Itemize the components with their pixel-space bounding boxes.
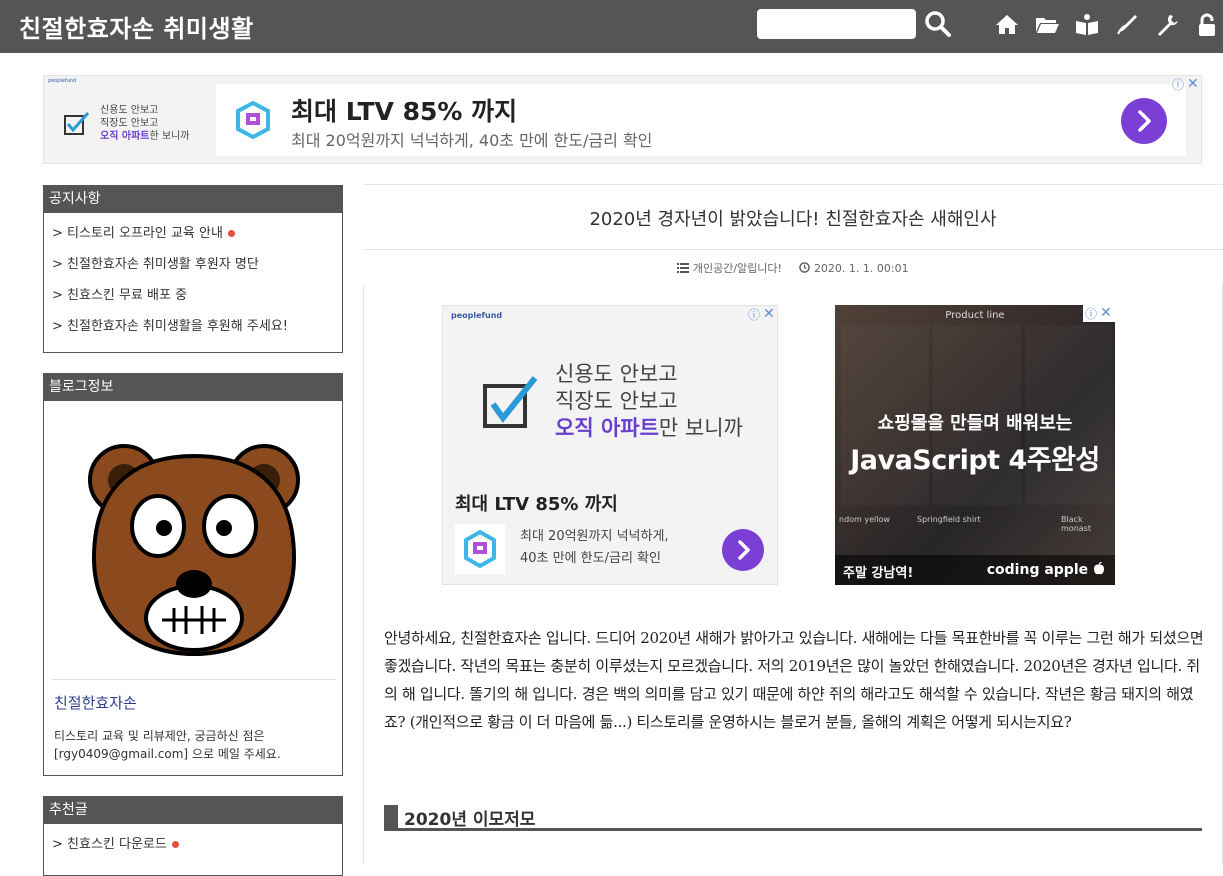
avatar[interactable] [52, 408, 336, 678]
ad-tail: 한 보니까 [149, 131, 190, 142]
post-body-text: 안녕하세요, 친절한효자손 입니다. 드디어 2020년 새해가 밝아가고 있습… [384, 629, 1204, 731]
recommend-title: 추천글 [44, 797, 342, 824]
ad-caption: ndom yellow [839, 515, 890, 524]
ad-bottom-left: 주말 강남역! [843, 566, 914, 581]
bear-avatar-icon [88, 444, 300, 657]
recommend-item[interactable]: > 친효스킨 다운로드 [52, 834, 342, 865]
blog-info-box: 블로그정보 친절한효자손 티스토리 교육 및 리뷰제안, 궁금하신 점은 [rg… [43, 373, 343, 776]
divider [52, 679, 336, 680]
ad-go-button[interactable] [1121, 98, 1167, 144]
notice-item[interactable]: > 티스토리 오프라인 교육 안내 [52, 223, 342, 254]
write-icon[interactable] [1115, 13, 1139, 37]
checkbox-icon [64, 112, 90, 135]
ad-caption: Black monast [1061, 515, 1091, 533]
blog-title[interactable]: 친절한효자손 취미생활 [19, 9, 254, 44]
ad-headline: 최대 LTV 85% 까지 [455, 494, 618, 515]
ad-go-button[interactable] [722, 529, 764, 571]
ad-line-2: 직장도 안보고 [100, 118, 159, 129]
ad-close-icon[interactable]: ✕ [1187, 76, 1199, 92]
ad-tail: 만 보니까 [658, 416, 743, 440]
notice-item[interactable]: > 친절한효자손 취미생활을 후원해 주세요! [52, 316, 342, 347]
ad-line-3: 오직 아파트한 보니까 [100, 130, 189, 143]
profile-name[interactable]: 친절한효자손 [54, 692, 137, 713]
clock-icon [799, 262, 811, 273]
lock-icon[interactable] [1195, 13, 1219, 37]
adchoices-icon[interactable]: ⓘ [748, 306, 760, 323]
top-bar: 친절한효자손 취미생활 [0, 0, 1223, 53]
mid-ad[interactable]: peoplefund ⓘ ✕ 신용도 안보고 직장도 안보고 오직 아파트만 보… [442, 305, 778, 585]
right-ad[interactable]: Product line ⓘ ✕ 쇼핑몰을 만들며 배워보는 JavaScrip… [835, 305, 1115, 585]
ad-line-1: 신용도 안보고 [100, 105, 159, 116]
search-input[interactable] [757, 9, 916, 39]
ad-sub-line: 40초 만에 한도/금리 확인 [520, 551, 661, 566]
profile-desc-line: [rgy0409@gmail.com] 으로 메일 주세요. [54, 747, 281, 761]
home-icon[interactable] [995, 13, 1019, 37]
peoplefund-logo-icon [464, 529, 496, 569]
ad-subline: 최대 20억원까지 넉넉하게, 40초 만에 한도/금리 확인 [291, 131, 653, 150]
chevron-right-icon [738, 540, 750, 560]
profile-description: 티스토리 교육 및 리뷰제안, 궁금하신 점은 [rgy0409@gmail.c… [54, 727, 281, 763]
top-banner-ad[interactable]: peoplefund 신용도 안보고 직장도 안보고 오직 아파트한 보니까 최… [43, 75, 1202, 164]
post-meta: 개인공간/알립니다! 2020. 1. 1. 00:01 [363, 260, 1223, 276]
section-heading: 2020년 이모저모 [384, 805, 1202, 831]
ad-close-icon[interactable]: ✕ [1100, 305, 1112, 321]
ad-brand-logo: peoplefund [48, 78, 77, 84]
adchoices-icon[interactable]: ⓘ [1085, 305, 1097, 322]
ad-subline: 최대 20억원까지 넉넉하게, 40초 만에 한도/금리 확인 [520, 526, 669, 570]
ad-headline: 최대 LTV 85% 까지 [291, 97, 518, 126]
ad-close-icon[interactable]: ✕ [763, 306, 775, 322]
guestbook-icon[interactable] [1075, 13, 1099, 37]
ad-brand-logo: peoplefund [451, 311, 503, 320]
ad-sub-line: 최대 20억원까지 넉넉하게, [520, 529, 669, 544]
section-heading-text: 2020년 이모저모 [404, 810, 536, 830]
notice-list: > 티스토리 오프라인 교육 안내 > 친절한효자손 취미생활 후원자 명단 >… [44, 213, 342, 347]
search-icon[interactable] [924, 10, 952, 38]
ad-left-panel: peoplefund 신용도 안보고 직장도 안보고 오직 아파트한 보니까 [44, 76, 214, 163]
ad-white-panel: 최대 LTV 85% 까지 최대 20억원까지 넉넉하게, 40초 만에 한도/… [216, 84, 1186, 156]
ad-bottom-right: coding apple [987, 561, 1105, 578]
profile-desc-line: 티스토리 교육 및 리뷰제안, 궁금하신 점은 [54, 729, 265, 743]
ad-line-1: 쇼핑몰을 만들며 배워보는 [877, 413, 1073, 434]
recommend-list: > 친효스킨 다운로드 [44, 824, 342, 865]
ad-highlight: 오직 아파트 [555, 416, 659, 440]
new-dot-icon [171, 841, 179, 848]
ad-small-text: 신용도 안보고 직장도 안보고 오직 아파트한 보니까 [100, 104, 189, 143]
notice-box: 공지사항 > 티스토리 오프라인 교육 안내 > 친절한효자손 취미생활 후원자… [43, 185, 343, 353]
checkbox-icon [483, 376, 538, 428]
list-icon [677, 263, 690, 273]
notice-item[interactable]: > 친절한효자손 취미생활 후원자 명단 [52, 254, 342, 285]
adchoices-icon[interactable]: ⓘ [1172, 76, 1184, 93]
settings-icon[interactable] [1155, 13, 1179, 37]
ad-line-2: JavaScript 4주완성 [850, 445, 1100, 476]
divider [363, 249, 1223, 250]
notice-item[interactable]: > 친효스킨 무료 배포 중 [52, 285, 342, 316]
apple-icon [1094, 561, 1104, 575]
recommend-box: 추천글 > 친효스킨 다운로드 [43, 796, 343, 876]
chevron-right-icon [1138, 110, 1151, 132]
ad-logo-box [455, 524, 505, 574]
notice-title: 공지사항 [44, 186, 342, 213]
ad-top-label: Product line [945, 310, 1005, 321]
ad-highlight: 오직 아파트 [100, 131, 150, 142]
post-title[interactable]: 2020년 경자년이 밝았습니다! 친절한효자손 새해인사 [363, 205, 1223, 231]
divider [363, 184, 1223, 185]
ad-big-text: 신용도 안보고 직장도 안보고 오직 아파트만 보니까 [555, 361, 743, 442]
post-date: 2020. 1. 1. 00:01 [813, 262, 909, 275]
peoplefund-logo-icon [236, 101, 270, 139]
folder-icon[interactable] [1035, 13, 1059, 37]
new-dot-icon [227, 230, 235, 237]
ad-lower: 최대 20억원까지 넉넉하게, 40초 만에 한도/금리 확인 [455, 522, 765, 578]
post-category[interactable]: 개인공간/알립니다! [693, 262, 782, 275]
ad-line-3: 오직 아파트만 보니까 [555, 415, 743, 442]
ad-caption: Springfield shirt [917, 515, 981, 524]
blog-info-title: 블로그정보 [44, 374, 342, 401]
ad-line-2: 직장도 안보고 [555, 389, 678, 413]
ad-bottom-bar: 주말 강남역! coding apple [835, 555, 1115, 585]
ad-line-1: 신용도 안보고 [555, 362, 678, 386]
